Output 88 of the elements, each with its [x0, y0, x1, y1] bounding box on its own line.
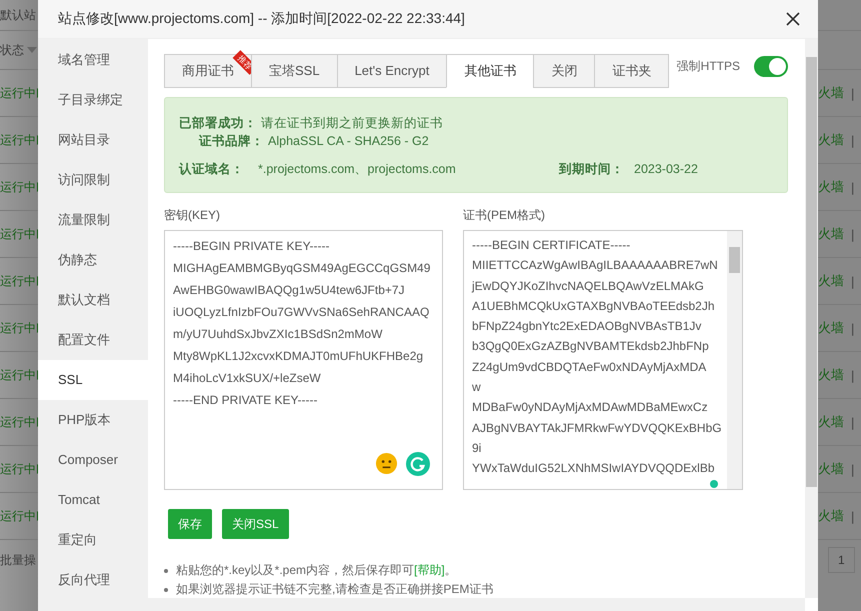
code-line: Z24gUm9vdCBDQTAeFw0xNDAyMjAxMDA: [472, 358, 706, 376]
separator: |: [851, 180, 854, 194]
code-line: MIGHAgEAMBMGByqGSM49AgEGCCqGSM49: [173, 260, 430, 277]
code-line: AwEHBG0wawIBAQQg1w5U4tew6JFtb+7J: [173, 282, 405, 299]
https-toggle[interactable]: [754, 56, 788, 77]
code-line: -----END PRIVATE KEY-----: [173, 392, 318, 409]
field-label: 证书品牌：: [199, 133, 264, 150]
tab[interactable]: 关闭: [533, 54, 594, 88]
sidebar-item[interactable]: 默认文档: [38, 280, 148, 320]
sidebar-item[interactable]: PHP版本: [38, 400, 148, 440]
sidebar-item[interactable]: 流量限制: [38, 200, 148, 240]
sidebar-item[interactable]: 配置文件: [38, 320, 148, 360]
sidebar-item[interactable]: 反向代理: [38, 560, 148, 600]
separator: |: [851, 414, 854, 430]
status-text: 运行中: [0, 460, 36, 478]
sidebar-item[interactable]: 访问限制: [38, 160, 148, 200]
sidebar-item[interactable]: Composer: [38, 440, 148, 480]
neutral-face-icon[interactable]: [375, 452, 398, 475]
field-value: 请在证书到期之前更换新的证书: [261, 115, 443, 132]
bullet-icon: [164, 568, 168, 572]
code-line: jEwDQYJKoZIhvcNAQELBQAwVzELMAkG: [472, 278, 704, 295]
batch-action[interactable]: 批量操: [0, 552, 36, 568]
separator: |: [851, 86, 854, 100]
separator: |: [851, 368, 854, 382]
status-text: 运行中: [0, 508, 36, 524]
tab[interactable]: Let's Encrypt: [336, 54, 446, 88]
sidebar-item[interactable]: SSL: [38, 360, 148, 400]
status-dot-icon: [710, 480, 718, 488]
code-line: bFNpZ24gbnYtc2ExEDAOBgNVBAsTB1Jv: [472, 318, 702, 336]
separator: |: [851, 508, 854, 524]
page-button[interactable]: 1: [828, 547, 855, 573]
code-line: AJBgNVBAYTAkJFMRkwFwYDVQQKExBHbG: [472, 420, 722, 437]
scrollbar[interactable]: [727, 231, 742, 489]
field-value: *.projectoms.com、projectoms.com: [258, 161, 456, 178]
code-line: YWxTaWduIG52LXNhMSIwIAYDVQQDExlBb: [472, 460, 715, 478]
field-label: 证书(PEM格式): [463, 207, 546, 224]
help-note: 如果浏览器提示证书链不完整,请检查是否正确拼接PEM证书: [176, 581, 494, 598]
status-text: 运行中: [0, 320, 36, 336]
field-label: 认证域名：: [179, 161, 244, 178]
toggle-label: 强制HTTPS: [676, 58, 740, 75]
certificate-textarea[interactable]: [463, 230, 743, 490]
separator: |: [851, 462, 854, 476]
code-line: b3QgQ0ExGzAZBgNVBAMTEkdsb2JhbFNp: [472, 338, 709, 356]
code-line: MDBaFw0yNDAyMjAxMDAwMDBaMEwxCz: [472, 399, 708, 416]
code-line: iUOQLyzLfnIzbFOu7GWVvSNa6SehRANCAAQ: [173, 304, 430, 321]
scrollbar[interactable]: [805, 39, 818, 598]
window-title: 站点修改[www.projectoms.com] -- 添加时间[2022-02-22 22:33:44]: [58, 10, 465, 28]
status-text: 运行中: [0, 132, 36, 148]
code-line: -----BEGIN PRIVATE KEY-----: [173, 238, 330, 255]
tab[interactable]: 其他证书: [446, 54, 534, 88]
status-text: 运行中: [0, 272, 36, 290]
code-line: Mty8WpKL1J2xcvxKDMAJT0mUFhUKFHBe2g: [173, 348, 424, 365]
column-header: 默认站: [0, 6, 36, 24]
code-line: m/yU7UuhdSxJbvZXIc1BSdSn2mMoW: [173, 326, 382, 343]
separator: |: [851, 320, 854, 336]
field-value: 2023-03-22: [634, 161, 698, 178]
key-textarea[interactable]: [164, 230, 443, 490]
sidebar-item[interactable]: 网站目录: [38, 120, 148, 160]
tab[interactable]: 证书夹: [594, 54, 670, 88]
status-text: 运行中: [0, 84, 36, 102]
tab[interactable]: 宝塔SSL: [251, 54, 337, 88]
bullet-icon: [164, 588, 168, 592]
refresh-g-icon[interactable]: [406, 452, 430, 476]
field-label: 到期时间：: [559, 161, 624, 178]
column-header[interactable]: 状态: [0, 42, 24, 58]
status-text: 运行中: [0, 226, 36, 242]
field-value: AlphaSSL CA - SHA256 - G2: [268, 133, 429, 150]
status-text: 运行中: [0, 178, 36, 196]
code-line: A1UEBhMCQkUxGTAXBgNVBAoTEEdsb2Jh: [472, 298, 715, 315]
status-text: 运行中: [0, 414, 36, 430]
code-line: 9i: [472, 440, 482, 457]
code-line: MIIETTCCAzWgAwIBAgILBAAAAAABRE7wN: [472, 257, 718, 274]
separator: |: [851, 132, 854, 148]
code-line: -----BEGIN CERTIFICATE-----: [472, 237, 630, 254]
sidebar-item[interactable]: 伪静态: [38, 240, 148, 280]
code-line: w: [472, 379, 481, 396]
separator: |: [851, 226, 854, 242]
sidebar-item[interactable]: 重定向: [38, 520, 148, 560]
sidebar-item[interactable]: 域名管理: [38, 40, 148, 80]
code-line: M4ihoLcV1xkSUX/+leZseW: [173, 370, 321, 387]
field-label: 密钥(KEY): [164, 207, 222, 224]
status-text: 运行中: [0, 366, 36, 384]
field-label: 已部署成功：: [179, 115, 257, 132]
separator: |: [851, 274, 854, 288]
help-note: 粘贴您的*.key以及*.pem内容，然后保存即可[帮助]。: [176, 562, 457, 579]
sidebar-item[interactable]: 子目录绑定: [38, 80, 148, 120]
close-icon[interactable]: [786, 12, 800, 26]
sidebar-item[interactable]: Tomcat: [38, 480, 148, 520]
